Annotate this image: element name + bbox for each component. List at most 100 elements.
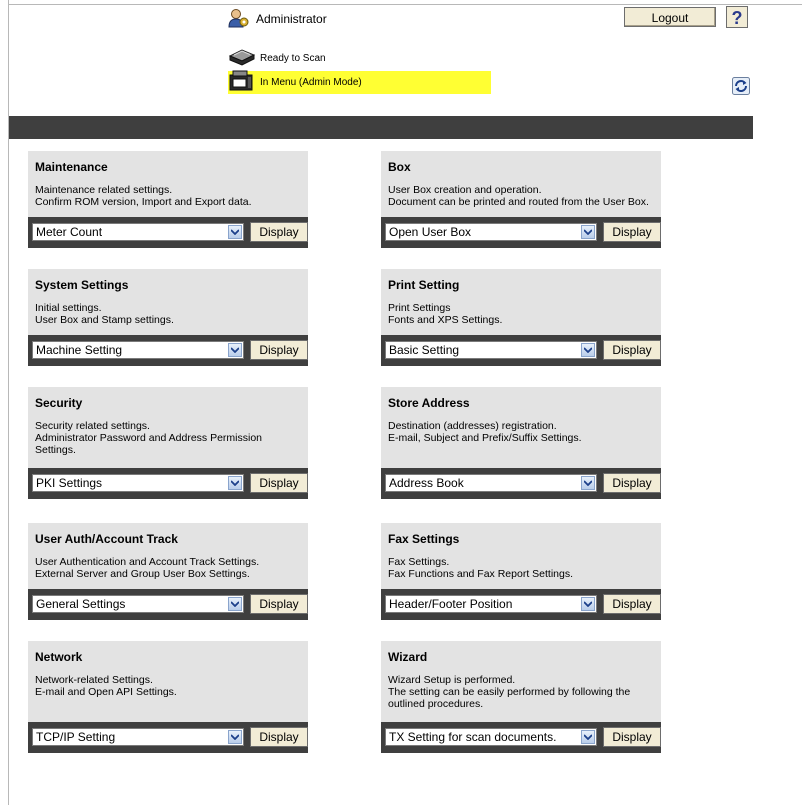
chevron-down-icon: [228, 476, 242, 490]
panel-action-bar: Address Book Display: [381, 468, 661, 499]
print-setting-display-button[interactable]: Display: [603, 340, 661, 360]
panel-maintenance: Maintenance Maintenance related settings.…: [28, 151, 308, 248]
panel-description-line: Initial settings.: [35, 302, 102, 314]
panel-title: Security: [35, 396, 83, 410]
panel-description: User Box creation and operation. Document…: [388, 184, 655, 208]
maintenance-select[interactable]: Meter Count: [32, 223, 244, 241]
select-value: Address Book: [389, 476, 464, 490]
scan-status: Ready to Scan: [228, 48, 326, 68]
panel-action-bar: Meter Count Display: [28, 217, 308, 248]
panel-title: System Settings: [35, 278, 129, 292]
panel-action-bar: Header/Footer Position Display: [381, 589, 661, 620]
refresh-button[interactable]: [732, 77, 750, 95]
chevron-down-icon: [228, 597, 242, 611]
panel-description-line: Wizard Setup is performed.: [388, 674, 516, 686]
panel-action-bar: PKI Settings Display: [28, 468, 308, 499]
select-value: PKI Settings: [36, 476, 103, 490]
admin-user-icon: [228, 8, 250, 31]
panel-description: Initial settings. User Box and Stamp sett…: [35, 302, 302, 326]
panel-description: Wizard Setup is performed. The setting ca…: [388, 674, 655, 710]
panel-description: Fax Settings. Fax Functions and Fax Repor…: [388, 556, 655, 580]
scan-status-text: Ready to Scan: [260, 52, 326, 64]
frame-border-top: [8, 4, 802, 5]
panel-description: Destination (addresses) registration. E-m…: [388, 420, 655, 444]
security-display-button[interactable]: Display: [250, 473, 308, 493]
panel-title: Maintenance: [35, 160, 108, 174]
menu-status: In Menu (Admin Mode): [228, 70, 491, 95]
panel-description: Network-related Settings. E-mail and Open…: [35, 674, 302, 698]
select-value: TX Setting for scan documents.: [389, 730, 557, 744]
panel-description-line: Fax Settings.: [388, 556, 450, 568]
panel-title: User Auth/Account Track: [35, 532, 178, 546]
header-divider-bar: [9, 116, 753, 139]
print-setting-select[interactable]: Basic Setting: [385, 341, 597, 359]
panel-action-bar: TCP/IP Setting Display: [28, 722, 308, 753]
panel-description-line: Print Settings: [388, 302, 451, 314]
chevron-down-icon: [581, 343, 595, 357]
store-address-display-button[interactable]: Display: [603, 473, 661, 493]
select-value: Meter Count: [36, 225, 103, 239]
panel-description-line: Network-related Settings.: [35, 674, 153, 686]
refresh-icon: [732, 77, 750, 98]
panel-description-line: Fax Functions and Fax Report Settings.: [388, 568, 574, 580]
box-select[interactable]: Open User Box: [385, 223, 597, 241]
printer-icon: [228, 70, 256, 95]
user-auth-account-track-display-button[interactable]: Display: [250, 594, 308, 614]
panel-description-line: Confirm ROM version, Import and Export d…: [35, 196, 252, 208]
panel-description-line: Fonts and XPS Settings.: [388, 314, 503, 326]
panel-title: Network: [35, 650, 83, 664]
panel-description-line: Document can be printed and routed from …: [388, 196, 649, 208]
panel-action-bar: Open User Box Display: [381, 217, 661, 248]
panel-title: Box: [388, 160, 411, 174]
chevron-down-icon: [581, 597, 595, 611]
select-value: Machine Setting: [36, 343, 123, 357]
panel-description-line: Administrator Password and Address Permi…: [35, 432, 263, 456]
panel-action-bar: Basic Setting Display: [381, 335, 661, 366]
system-settings-select[interactable]: Machine Setting: [32, 341, 244, 359]
panel-action-bar: General Settings Display: [28, 589, 308, 620]
panel-store-address: Store Address Destination (addresses) reg…: [381, 387, 661, 499]
panel-description-line: User Box and Stamp settings.: [35, 314, 174, 326]
fax-settings-select[interactable]: Header/Footer Position: [385, 595, 597, 613]
chevron-down-icon: [228, 343, 242, 357]
panel-wizard: Wizard Wizard Setup is performed. The sett…: [381, 641, 661, 753]
system-settings-display-button[interactable]: Display: [250, 340, 308, 360]
store-address-select[interactable]: Address Book: [385, 474, 597, 492]
box-display-button[interactable]: Display: [603, 222, 661, 242]
chevron-down-icon: [581, 730, 595, 744]
help-button[interactable]: ?: [726, 6, 748, 28]
panel-description-line: User Box creation and operation.: [388, 184, 542, 196]
chevron-down-icon: [581, 225, 595, 239]
panel-security: Security Security related settings. Admini…: [28, 387, 308, 499]
scanner-icon: [228, 48, 256, 69]
select-value: Header/Footer Position: [389, 597, 513, 611]
panel-title: Store Address: [388, 396, 470, 410]
network-display-button[interactable]: Display: [250, 727, 308, 747]
chevron-down-icon: [228, 225, 242, 239]
admin-username: Administrator: [256, 12, 327, 26]
wizard-select[interactable]: TX Setting for scan documents.: [385, 728, 597, 746]
panel-description-line: The setting can be easily performed by f…: [388, 686, 631, 710]
panel-system-settings: System Settings Initial settings. User Box…: [28, 269, 308, 366]
panel-description: User Authentication and Account Track Se…: [35, 556, 302, 580]
select-value: Basic Setting: [389, 343, 460, 357]
wizard-display-button[interactable]: Display: [603, 727, 661, 747]
panel-print-setting: Print Setting Print Settings Fonts and XPS…: [381, 269, 661, 366]
panel-description-line: Security related settings.: [35, 420, 150, 432]
panel-description: Print Settings Fonts and XPS Settings.: [388, 302, 655, 326]
admin-indicator: Administrator: [228, 8, 327, 31]
select-value: General Settings: [36, 597, 126, 611]
panel-title: Fax Settings: [388, 532, 460, 546]
panel-description-line: User Authentication and Account Track Se…: [35, 556, 260, 568]
panel-network: Network Network-related Settings. E-mail a…: [28, 641, 308, 753]
logout-button[interactable]: Logout: [624, 7, 716, 27]
maintenance-display-button[interactable]: Display: [250, 222, 308, 242]
fax-settings-display-button[interactable]: Display: [603, 594, 661, 614]
security-select[interactable]: PKI Settings: [32, 474, 244, 492]
user-auth-account-track-select[interactable]: General Settings: [32, 595, 244, 613]
network-select[interactable]: TCP/IP Setting: [32, 728, 244, 746]
panel-box: Box User Box creation and operation. Docum…: [381, 151, 661, 248]
panel-action-bar: Machine Setting Display: [28, 335, 308, 366]
panel-user-auth-account-track: User Auth/Account Track User Authenticati…: [28, 523, 308, 620]
chevron-down-icon: [228, 730, 242, 744]
